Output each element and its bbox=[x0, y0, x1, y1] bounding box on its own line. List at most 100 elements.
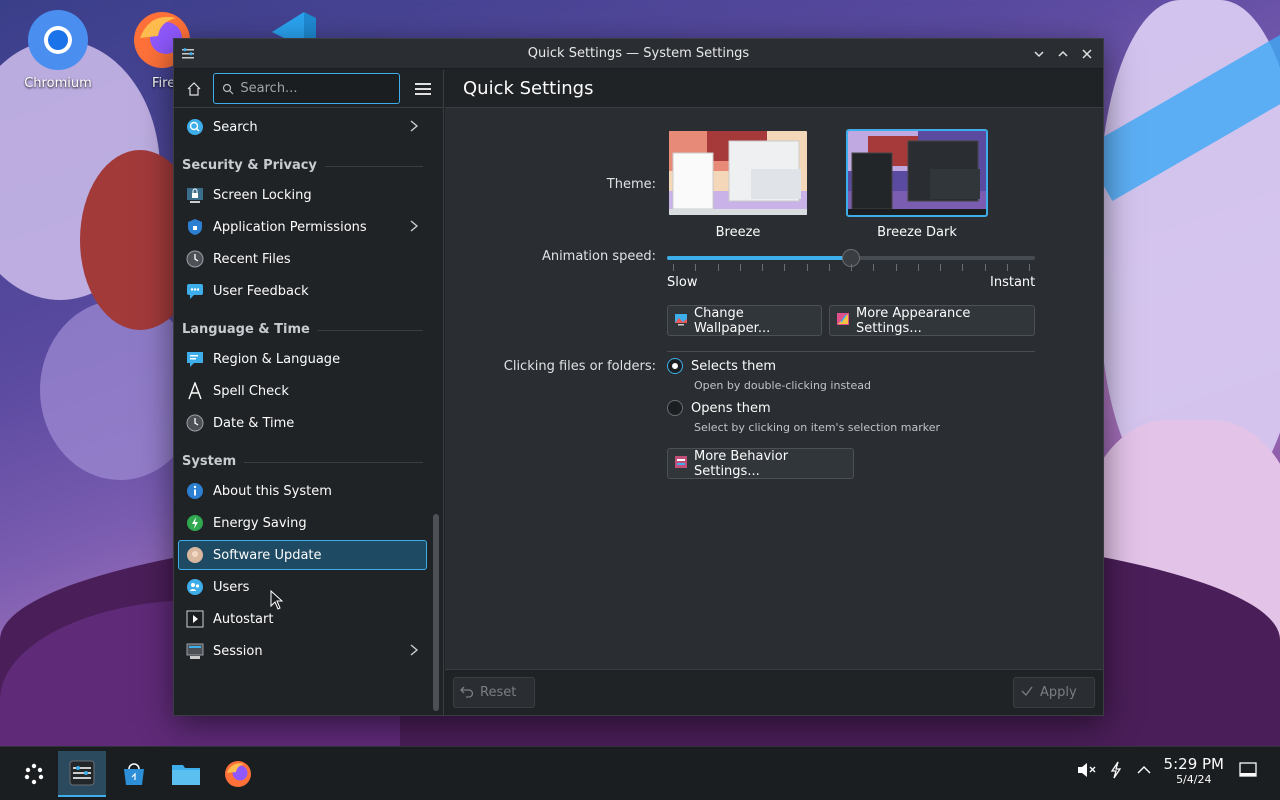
theme-caption: Breeze bbox=[715, 225, 761, 240]
chevron-right-icon bbox=[408, 643, 420, 661]
clock[interactable]: 5:29 PM 5/4/24 bbox=[1164, 755, 1224, 786]
search-input[interactable] bbox=[240, 81, 391, 96]
change-wallpaper-button[interactable]: Change Wallpaper... bbox=[667, 305, 822, 336]
checkmark-icon bbox=[1020, 684, 1034, 702]
theme-caption: Breeze Dark bbox=[877, 225, 957, 240]
settings-app-icon[interactable] bbox=[174, 46, 202, 62]
chevron-right-icon bbox=[408, 219, 420, 237]
sidebar-list: Search Security & Privacy Screen Locking… bbox=[178, 110, 427, 715]
reset-button[interactable]: Reset bbox=[453, 677, 535, 708]
animation-speed-slider[interactable] bbox=[667, 248, 1035, 288]
search-icon bbox=[223, 83, 234, 94]
sidebar-item-label: About this System bbox=[213, 483, 332, 499]
sidebar-item-user-feedback[interactable]: User Feedback bbox=[178, 276, 427, 306]
window-title: Quick Settings — System Settings bbox=[527, 46, 750, 61]
apply-button[interactable]: Apply bbox=[1013, 677, 1095, 708]
volume-muted-icon[interactable] bbox=[1075, 759, 1097, 781]
sidebar-item-session[interactable]: Session bbox=[178, 636, 427, 666]
users-icon bbox=[185, 577, 205, 597]
slider-fill bbox=[667, 256, 851, 260]
show-desktop-icon[interactable] bbox=[1237, 759, 1259, 781]
sidebar-item-label: Recent Files bbox=[213, 251, 291, 267]
sidebar-item-label: Energy Saving bbox=[213, 515, 307, 531]
sidebar-item-label: Spell Check bbox=[213, 383, 289, 399]
clock-date: 5/4/24 bbox=[1176, 773, 1212, 786]
sidebar-item-search[interactable]: Search bbox=[178, 112, 427, 142]
firefox-icon bbox=[225, 761, 251, 787]
more-behavior-settings-button[interactable]: More Behavior Settings... bbox=[667, 448, 854, 479]
radio-selects-them[interactable]: Selects them bbox=[667, 358, 776, 374]
sidebar-item-label: Software Update bbox=[213, 547, 322, 563]
task-firefox[interactable] bbox=[214, 751, 262, 797]
sidebar-item-software-update[interactable]: Software Update bbox=[178, 540, 427, 570]
theme-label: Theme: bbox=[606, 177, 656, 192]
slider-tick bbox=[717, 264, 719, 271]
close-button[interactable] bbox=[1077, 44, 1097, 64]
folder-icon bbox=[172, 765, 200, 785]
theme-card-breeze[interactable]: Breeze bbox=[667, 129, 809, 240]
maximize-button[interactable] bbox=[1053, 44, 1073, 64]
page-title: Quick Settings bbox=[463, 78, 594, 99]
chevron-up-icon[interactable] bbox=[1133, 759, 1155, 781]
radio-hint: Select by clicking on item's selection m… bbox=[694, 421, 940, 434]
sidebar-item-label: Region & Language bbox=[213, 351, 341, 367]
sidebar-item-application-permissions[interactable]: Application Permissions bbox=[178, 212, 427, 242]
task-file-manager[interactable] bbox=[162, 751, 210, 797]
clicking-files-label: Clicking files or folders: bbox=[503, 359, 656, 374]
scrollbar-thumb[interactable] bbox=[433, 514, 439, 711]
power-icon[interactable] bbox=[1105, 759, 1127, 781]
hamburger-menu-button[interactable] bbox=[410, 75, 437, 103]
autostart-icon bbox=[185, 609, 205, 629]
radio-opens-them[interactable]: Opens them bbox=[667, 400, 771, 416]
sidebar-item-region-language[interactable]: Region & Language bbox=[178, 344, 427, 374]
slider-tick bbox=[739, 264, 741, 271]
info-icon bbox=[185, 481, 205, 501]
mouse-cursor-icon bbox=[270, 589, 284, 614]
sidebar-item-label: User Feedback bbox=[213, 283, 309, 299]
theme-card-breeze-dark[interactable]: Breeze Dark bbox=[846, 129, 988, 240]
sidebar-item-autostart[interactable]: Autostart bbox=[178, 604, 427, 634]
sidebar-item-spell-check[interactable]: Spell Check bbox=[178, 376, 427, 406]
slider-tick bbox=[940, 264, 941, 271]
slider-tick bbox=[895, 264, 897, 271]
slider-tick bbox=[828, 264, 830, 271]
minimize-button[interactable] bbox=[1029, 44, 1049, 64]
radio-hint: Open by double-clicking instead bbox=[694, 379, 871, 392]
slider-tick bbox=[762, 264, 763, 271]
sidebar-item-label: Date & Time bbox=[213, 415, 295, 431]
sidebar-scrollbar[interactable] bbox=[433, 110, 439, 711]
radio-button-unchecked[interactable] bbox=[667, 400, 683, 416]
slider-tick bbox=[673, 264, 674, 271]
sidebar-item-label: Search bbox=[213, 119, 258, 135]
home-button[interactable] bbox=[180, 75, 207, 103]
feedback-icon bbox=[185, 281, 205, 301]
divider bbox=[667, 351, 1035, 352]
title-bar[interactable]: Quick Settings — System Settings bbox=[174, 39, 1103, 69]
sidebar-item-screen-locking[interactable]: Screen Locking bbox=[178, 180, 427, 210]
search-field[interactable] bbox=[213, 73, 400, 104]
task-discover[interactable] bbox=[110, 751, 158, 797]
desktop-icon-chromium[interactable]: Chromium bbox=[16, 8, 100, 91]
behavior-icon bbox=[674, 455, 688, 473]
slider-tick bbox=[962, 264, 964, 271]
app-launcher-button[interactable] bbox=[10, 751, 58, 797]
undo-icon bbox=[460, 684, 474, 702]
sidebar-item-energy-saving[interactable]: Energy Saving bbox=[178, 508, 427, 538]
section-header-system: System bbox=[178, 440, 427, 474]
sidebar-item-date-time[interactable]: Date & Time bbox=[178, 408, 427, 438]
appearance-icon bbox=[836, 312, 850, 330]
home-icon bbox=[187, 81, 201, 96]
slider-tick bbox=[984, 264, 986, 271]
slider-tick bbox=[784, 264, 786, 271]
sidebar-item-users[interactable]: Users bbox=[178, 572, 427, 602]
sidebar-item-about-system[interactable]: About this System bbox=[178, 476, 427, 506]
screen-lock-icon bbox=[185, 185, 205, 205]
slider-tick bbox=[695, 264, 697, 271]
system-settings-window: Quick Settings — System Settings Search.… bbox=[173, 38, 1104, 716]
task-system-settings[interactable] bbox=[58, 751, 106, 797]
sidebar-item-recent-files[interactable]: Recent Files bbox=[178, 244, 427, 274]
more-appearance-settings-button[interactable]: More Appearance Settings... bbox=[829, 305, 1035, 336]
radio-button-checked[interactable] bbox=[667, 358, 683, 374]
clock-icon bbox=[185, 413, 205, 433]
slider-min-label: Slow bbox=[667, 275, 698, 290]
